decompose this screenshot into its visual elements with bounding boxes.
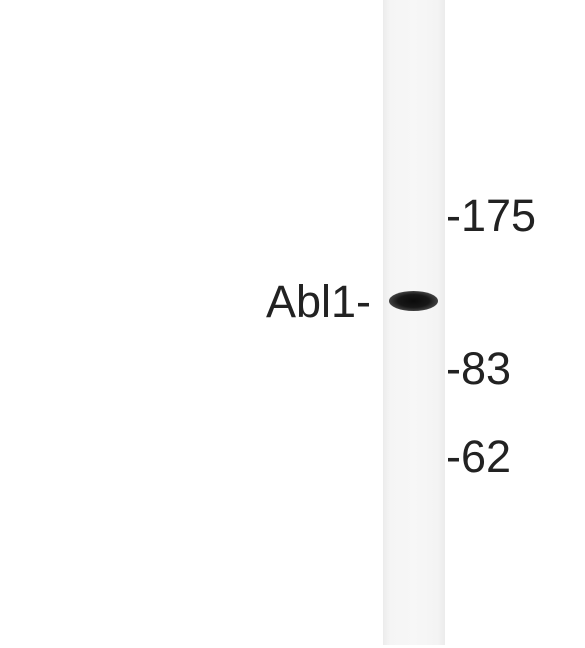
blot-lane bbox=[383, 0, 445, 645]
protein-label: Abl1- bbox=[265, 276, 371, 327]
marker-label-175: -175 bbox=[446, 190, 537, 241]
protein-band bbox=[389, 291, 438, 311]
marker-label-62: -62 bbox=[446, 431, 512, 482]
marker-label-83: -83 bbox=[446, 343, 512, 394]
